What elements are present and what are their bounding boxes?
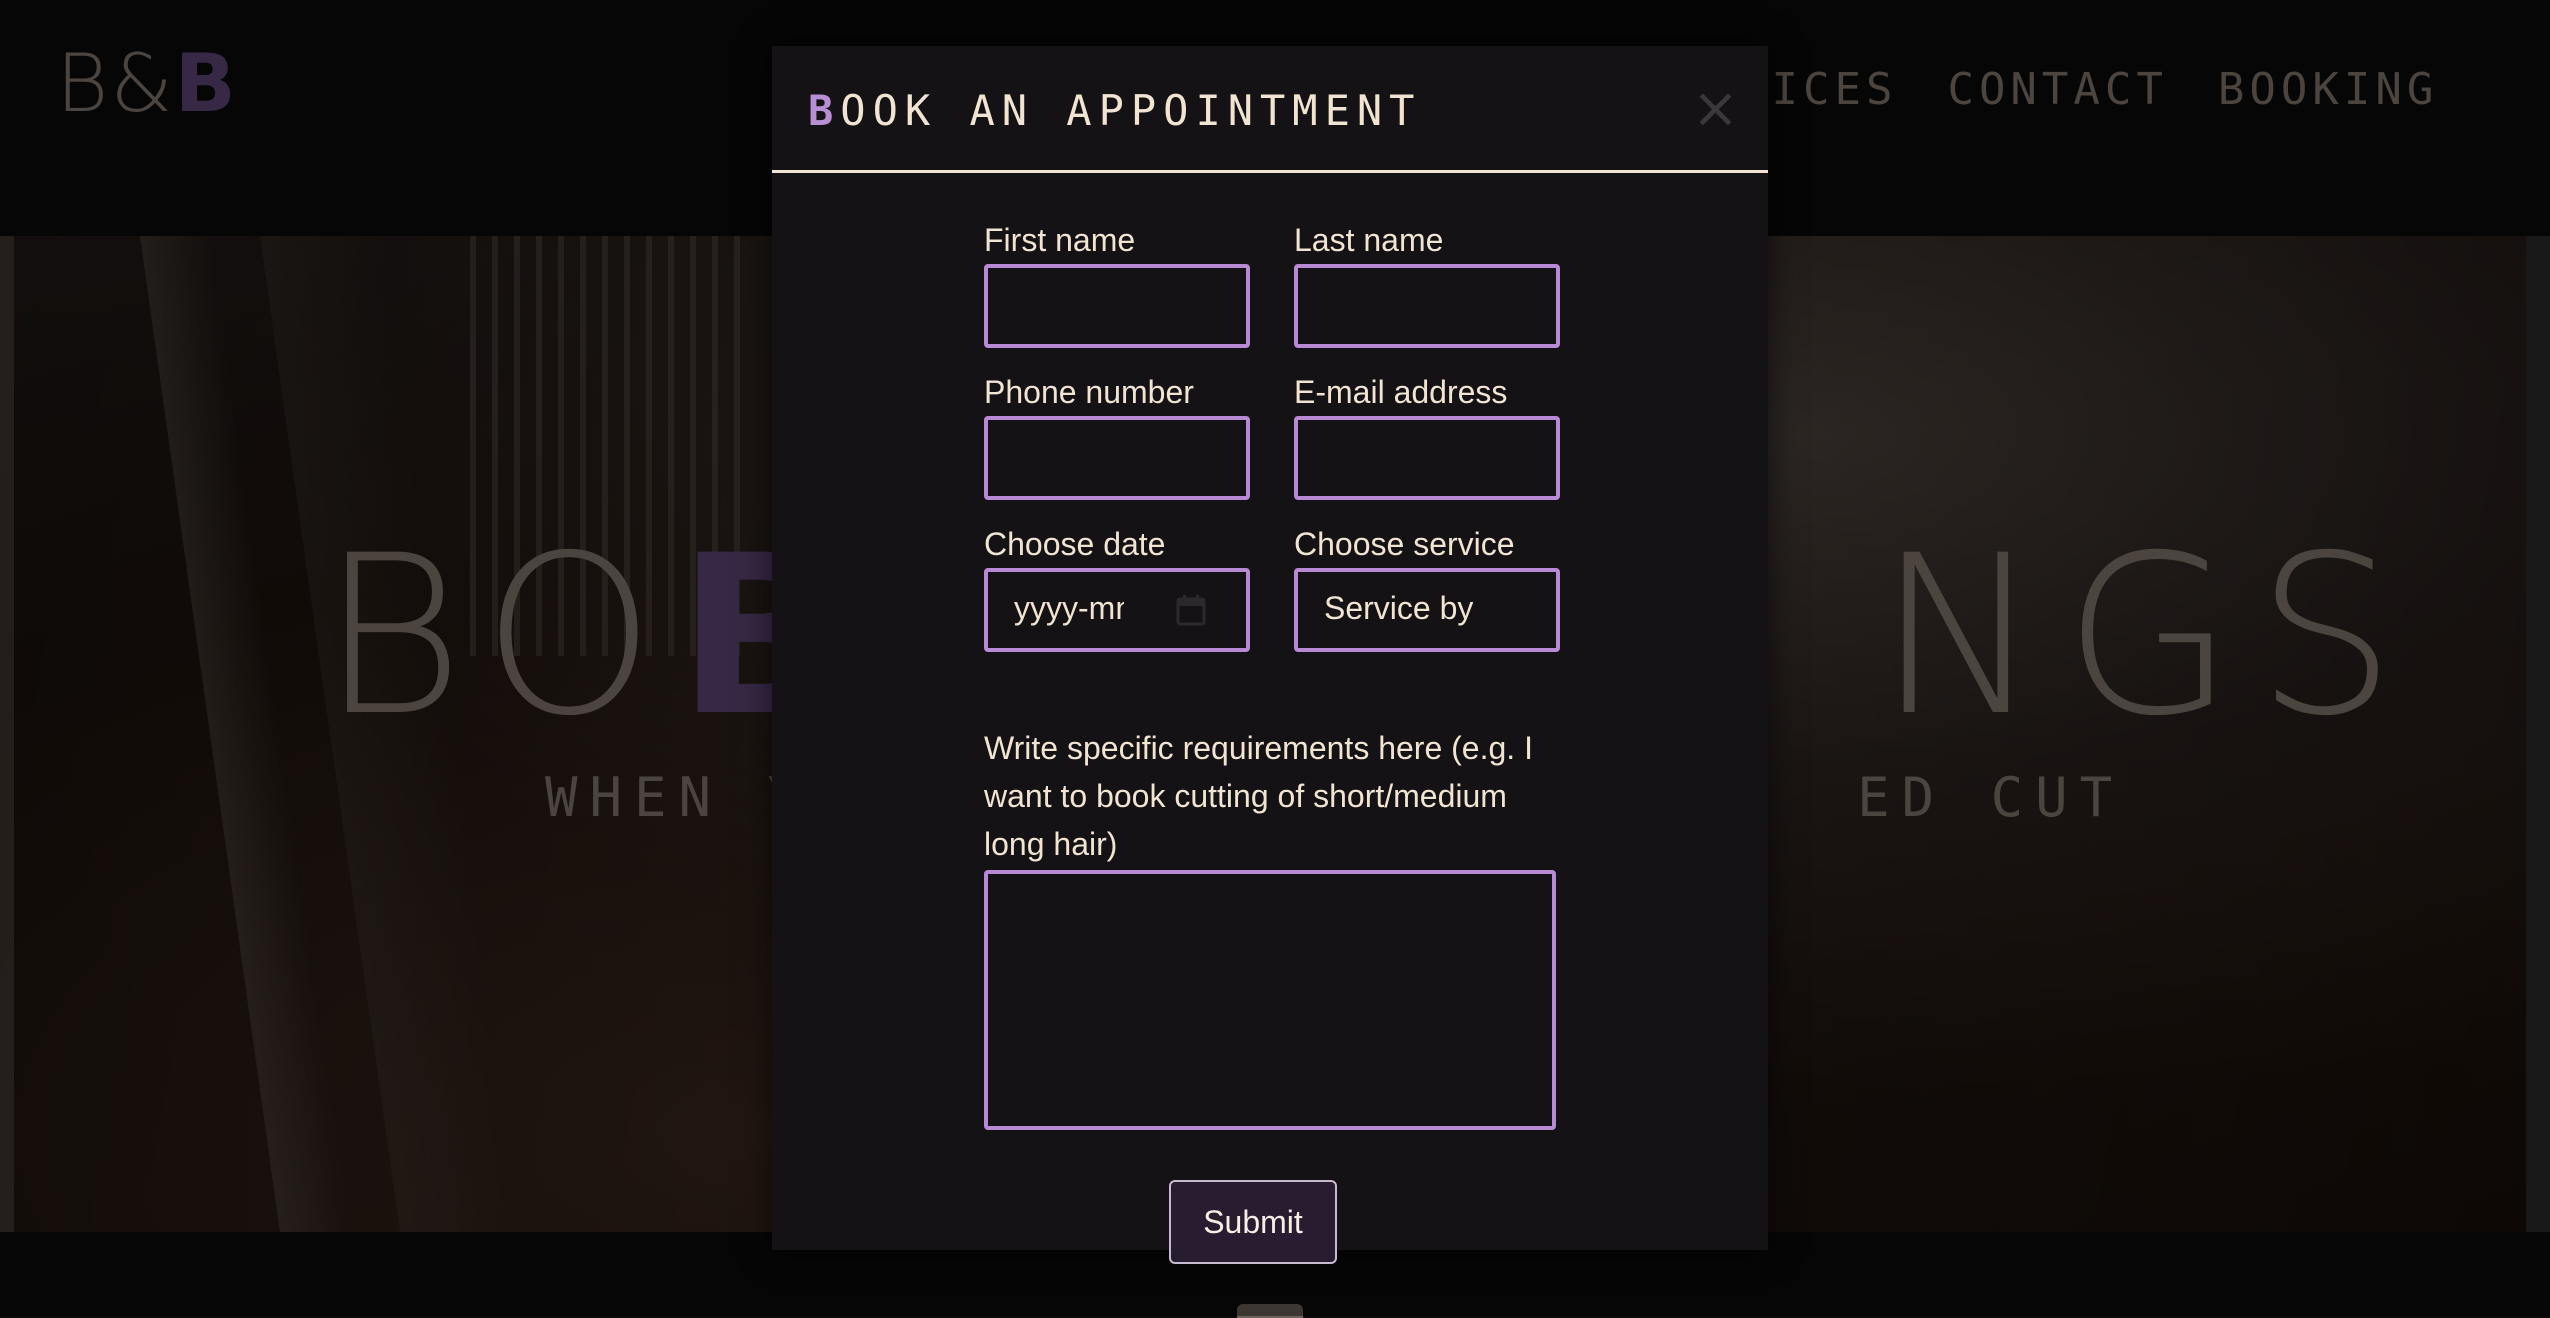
last-name-input[interactable] — [1294, 264, 1560, 348]
close-icon[interactable]: × — [1692, 81, 1739, 137]
date-placeholder: yyyy-mm — [1014, 590, 1124, 626]
modal-header: BOOK AN APPOINTMENT × — [772, 46, 1768, 173]
submit-button[interactable]: Submit — [1169, 1180, 1337, 1264]
service-selected-value: Service by — [1324, 590, 1474, 626]
modal-title: BOOK AN APPOINTMENT — [808, 86, 1421, 135]
first-name-label: First name — [984, 222, 1136, 258]
phone-label: Phone number — [984, 374, 1194, 410]
requirements-textarea[interactable] — [984, 870, 1556, 1130]
email-input[interactable] — [1294, 416, 1560, 500]
modal-title-text: OOK AN APPOINTMENT — [840, 86, 1422, 135]
service-select[interactable]: Service by — [1294, 568, 1560, 652]
calendar-icon[interactable] — [1176, 594, 1206, 626]
service-label: Choose service — [1294, 526, 1515, 562]
requirements-label: Write specific requirements here (e.g. I… — [984, 730, 1533, 862]
booking-modal: BOOK AN APPOINTMENT × First name Last na… — [772, 46, 1768, 1264]
date-label: Choose date — [984, 526, 1166, 562]
email-label: E-mail address — [1294, 374, 1508, 410]
phone-input[interactable] — [984, 416, 1250, 500]
modal-title-accent: B — [808, 86, 841, 135]
last-name-label: Last name — [1294, 222, 1444, 258]
date-input[interactable]: yyyy-mm — [984, 568, 1250, 652]
first-name-input[interactable] — [984, 264, 1250, 348]
